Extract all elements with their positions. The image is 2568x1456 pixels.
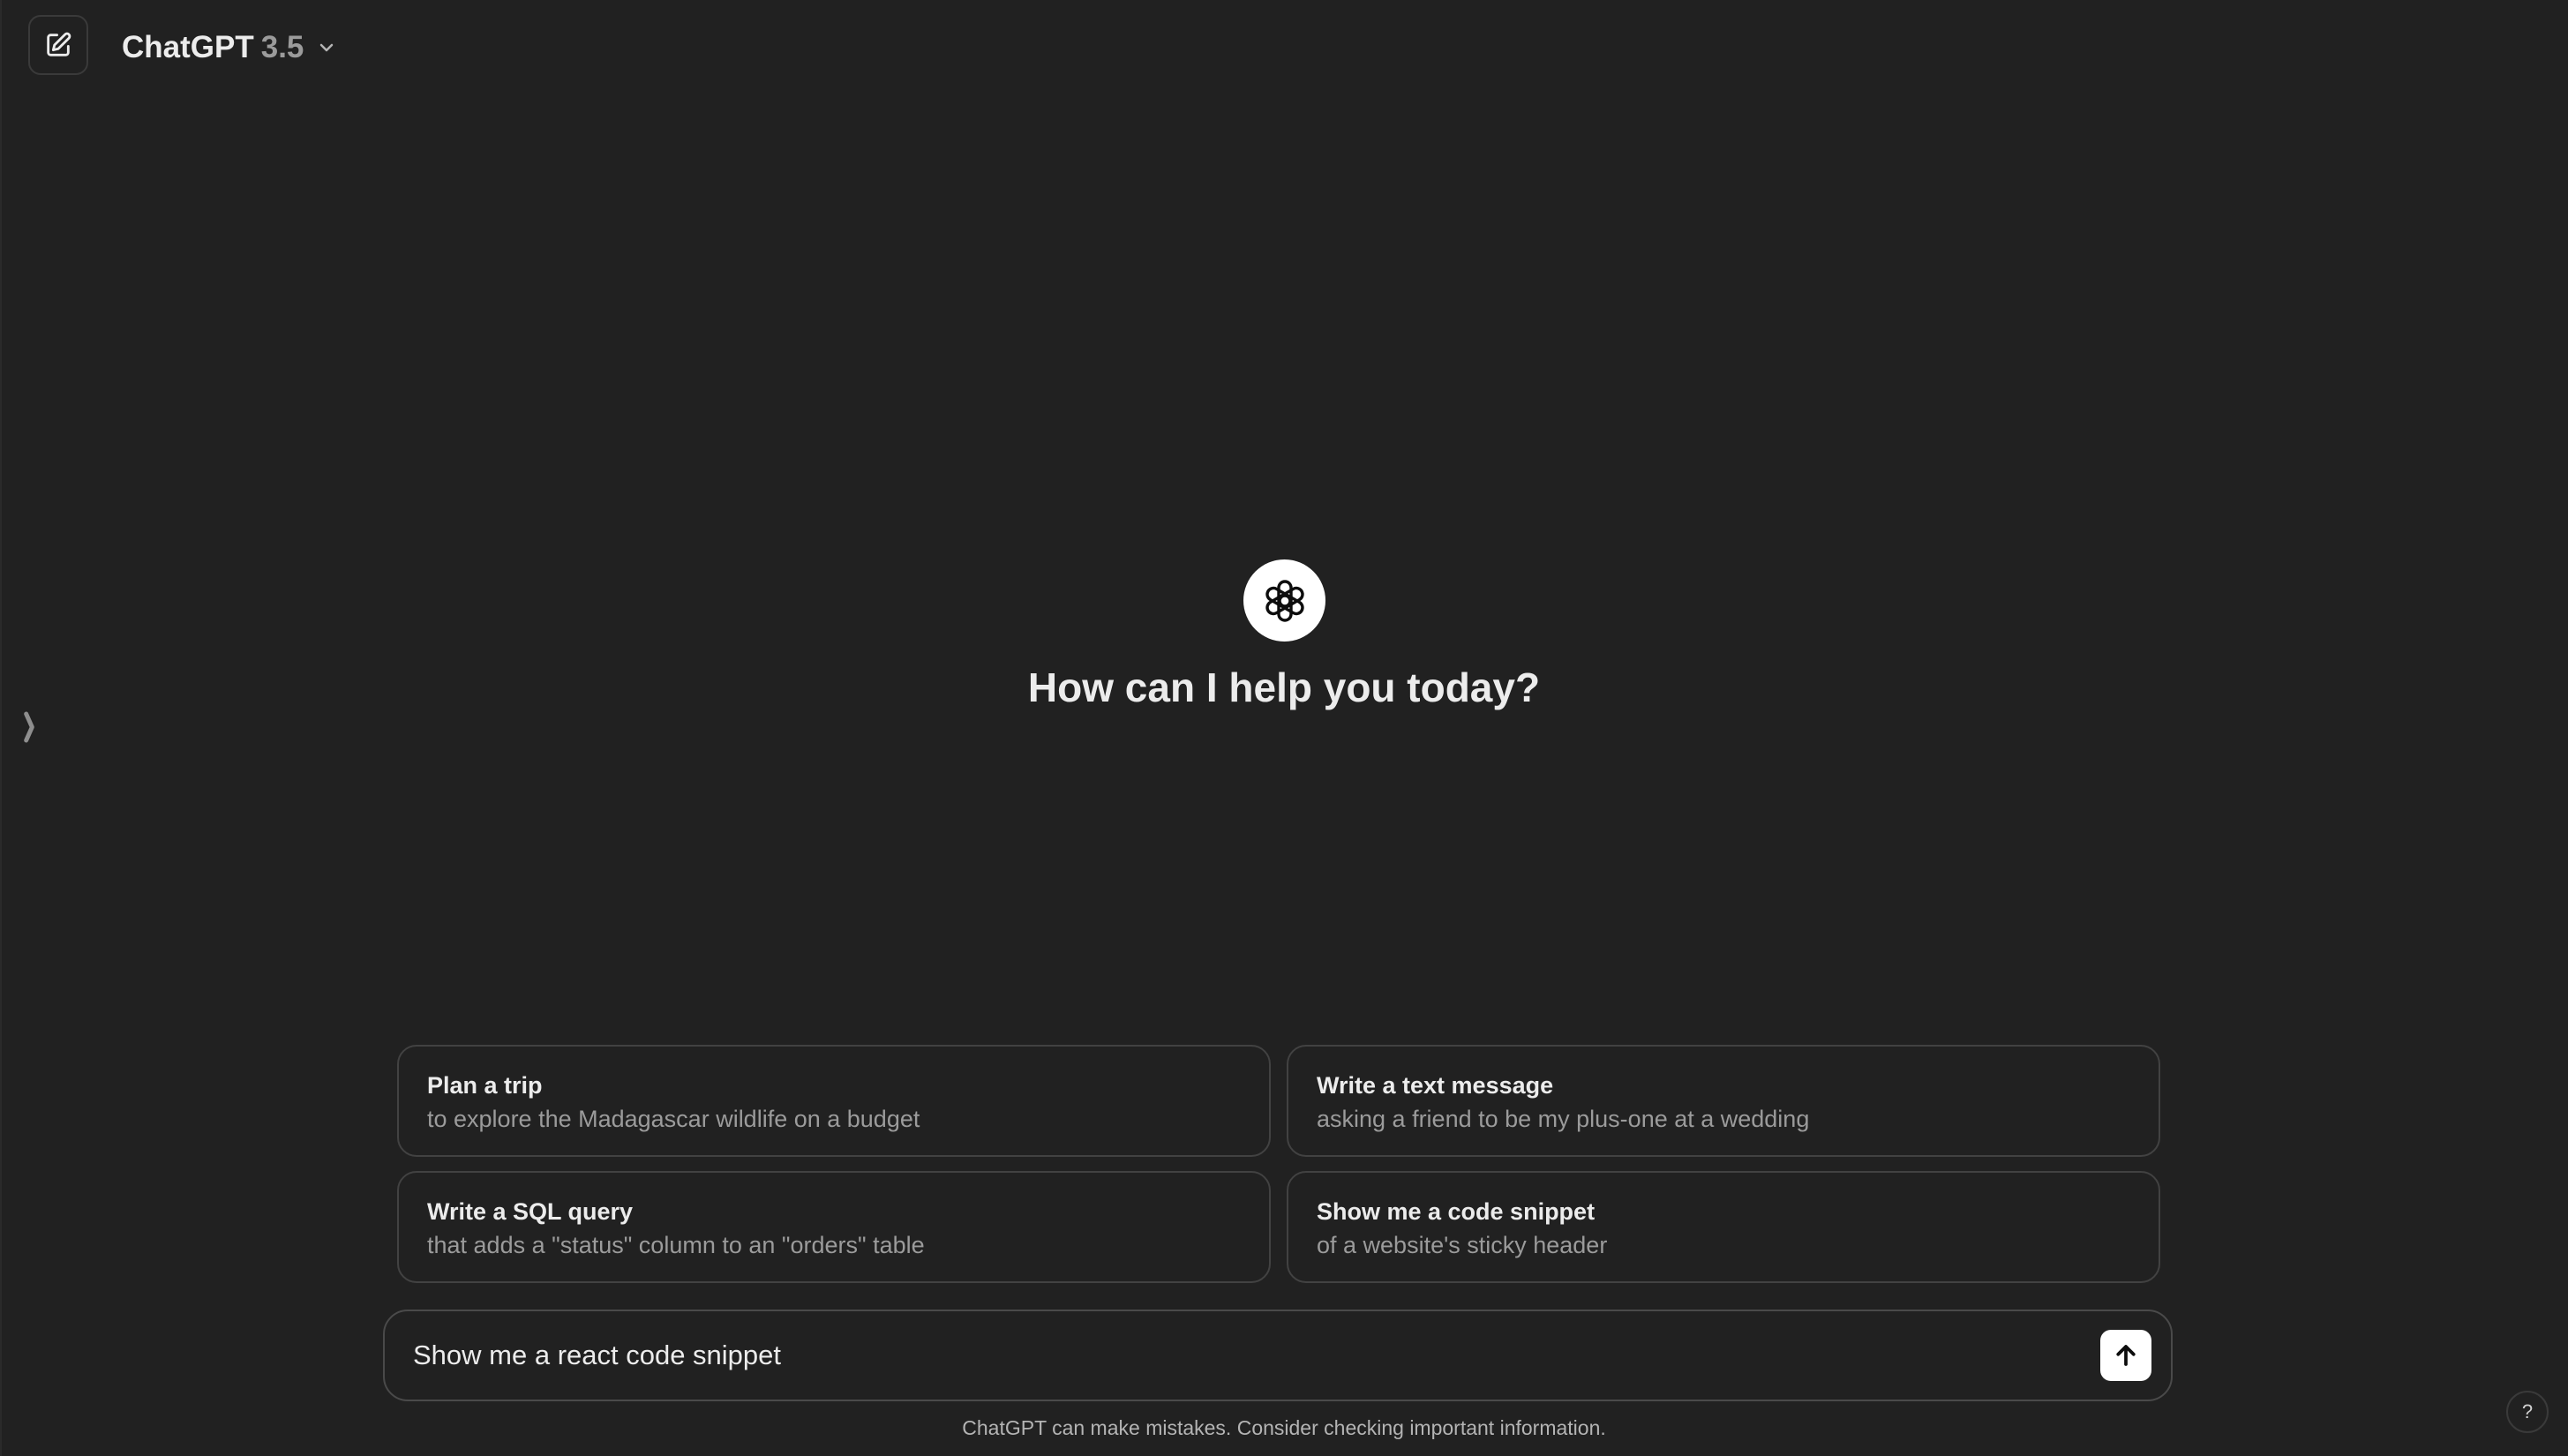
model-version: 3.5: [260, 30, 304, 64]
suggestion-title: Write a SQL query: [427, 1198, 634, 1225]
suggestion-card-sql-query[interactable]: Write a SQL query that adds a "status" c…: [397, 1171, 1271, 1283]
help-button[interactable]: ?: [2506, 1391, 2549, 1433]
suggestion-title: Write a text message: [1317, 1072, 1554, 1099]
window-edge: [0, 0, 2, 1456]
disclaimer-text: ChatGPT can make mistakes. Consider chec…: [962, 1416, 1606, 1439]
suggestion-title: Show me a code snippet: [1317, 1198, 1596, 1225]
suggestion-card-plan-trip[interactable]: Plan a trip to explore the Madagascar wi…: [397, 1045, 1271, 1157]
chevron-down-icon: [320, 43, 334, 52]
new-chat-button[interactable]: [28, 15, 88, 75]
send-button[interactable]: [2100, 1330, 2151, 1381]
message-composer: [383, 1310, 2173, 1401]
help-label: ?: [2521, 1400, 2534, 1422]
chevron-right-icon: [24, 711, 34, 743]
suggestion-subtitle: that adds a "status" column to an "order…: [427, 1232, 925, 1258]
arrow-up-icon: [2116, 1345, 2136, 1366]
chat-app: ChatGPT 3.5 How can I help you today? Pl…: [0, 0, 2568, 1456]
message-input[interactable]: [385, 1311, 2100, 1400]
suggestion-card-text-message[interactable]: Write a text message asking a friend to …: [1287, 1045, 2160, 1157]
sidebar-toggle[interactable]: [16, 706, 42, 748]
suggestion-grid: Plan a trip to explore the Madagascar wi…: [397, 1045, 2160, 1283]
suggestion-card-code-snippet[interactable]: Show me a code snippet of a website's st…: [1287, 1171, 2160, 1283]
model-name: ChatGPT: [122, 30, 254, 64]
greeting-title: How can I help you today?: [1027, 664, 1541, 710]
suggestion-subtitle: asking a friend to be my plus-one at a w…: [1317, 1106, 1810, 1132]
suggestion-subtitle: to explore the Madagascar wildlife on a …: [427, 1106, 920, 1132]
suggestion-title: Plan a trip: [427, 1072, 543, 1099]
model-selector[interactable]: ChatGPT 3.5: [122, 23, 337, 72]
openai-logo-icon: [1243, 559, 1325, 642]
suggestion-subtitle: of a website's sticky header: [1317, 1232, 1608, 1258]
edit-icon: [47, 32, 71, 56]
